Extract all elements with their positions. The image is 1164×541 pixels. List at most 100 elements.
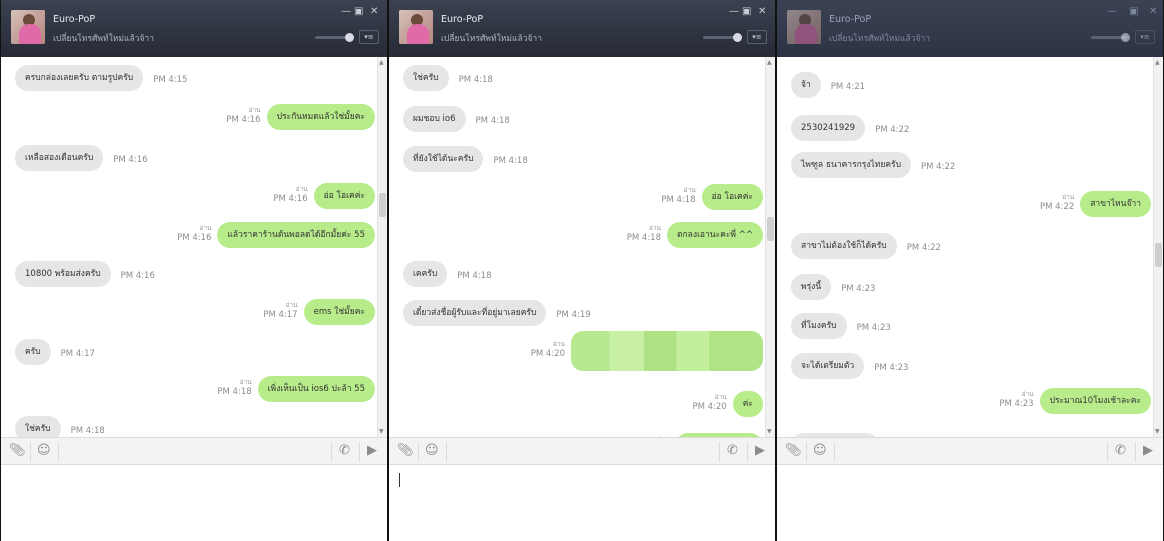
scroll-thumb[interactable] bbox=[767, 217, 774, 241]
incoming-message[interactable]: สาขาไม่ต้องใช้ก็ได้ครับ bbox=[791, 233, 897, 259]
paperclip-icon[interactable]: 📎︎ bbox=[785, 444, 802, 458]
menu-button[interactable]: ▾≡ bbox=[1135, 30, 1155, 44]
message-bubble[interactable]: ตกลงเอานะคะพี่ ^^ bbox=[667, 222, 763, 248]
message-list[interactable]: จ้า PM 4:21 2530241929 PM 4:22 ไพฑูล ธนาคารก… bbox=[777, 57, 1163, 437]
emoji-icon[interactable]: ☺ bbox=[37, 444, 51, 458]
message-bubble[interactable]: สาขาไหนจ๊าา bbox=[1080, 191, 1151, 217]
message-bubble[interactable]: ประกันหมดแล้วใช่มั้ยคะ bbox=[266, 104, 375, 130]
incoming-message[interactable]: ครบกล่องเลยครับ ตามรูปครับ bbox=[15, 65, 144, 91]
scroll-down-icon[interactable]: ▼ bbox=[1155, 428, 1160, 435]
message-bubble[interactable]: ประมาณ10โมงเช้าละคะ bbox=[1039, 388, 1151, 414]
outgoing-message[interactable]: ประมาณ10โมงเช้าละคะ bbox=[1039, 388, 1151, 414]
close-button[interactable]: ✕ bbox=[1149, 6, 1157, 18]
message-bubble[interactable]: 10800 พร้อมส่งครับ bbox=[15, 261, 111, 287]
message-bubble[interactable]: พรุ่งนี้ bbox=[791, 274, 832, 300]
titlebar[interactable]: Euro-PoP เปลี่ยนโทรศัพท์ใหม่แล้วจ้าา — ▣… bbox=[389, 0, 775, 57]
minimize-button[interactable]: — bbox=[729, 6, 739, 18]
message-bubble[interactable]: เดี๋ยวส่งชื่อผู้รับและที่อยู่มาเลยครับ bbox=[403, 300, 547, 326]
message-bubble[interactable]: ใช่ครับ bbox=[403, 65, 449, 91]
emoji-icon[interactable]: ☺ bbox=[425, 444, 439, 458]
message-bubble[interactable]: เคครับ bbox=[403, 261, 448, 287]
incoming-message[interactable]: 2530241929 bbox=[791, 115, 866, 141]
incoming-message[interactable]: 10800 พร้อมส่งครับ bbox=[15, 261, 111, 287]
volume-knob[interactable] bbox=[1121, 33, 1130, 42]
minimize-button[interactable]: — bbox=[1107, 6, 1117, 18]
message-bubble[interactable]: สาขาไม่ต้องใช้ก็ได้ครับ bbox=[791, 233, 897, 259]
message-bubble[interactable]: ที่โมงครับ bbox=[791, 313, 847, 339]
message-bubble[interactable]: ไพฑูล ธนาคารกรุงไทยครับ bbox=[791, 152, 912, 178]
scrollbar[interactable]: ▲ ▼ bbox=[1153, 57, 1163, 437]
message-bubble[interactable]: ems ใช่มั้ยคะ bbox=[303, 299, 375, 325]
incoming-message[interactable]: ครับ bbox=[15, 339, 51, 365]
outgoing-message[interactable]: ค่ะ bbox=[732, 391, 763, 417]
scroll-up-icon[interactable]: ▲ bbox=[379, 59, 384, 66]
incoming-message[interactable]: เดี๋ยวส่งชื่อผู้รับและที่อยู่มาเลยครับ bbox=[403, 300, 547, 326]
minimize-button[interactable]: — bbox=[341, 6, 351, 18]
message-bubble[interactable]: ที่ยังใช้ได้นะครับ bbox=[403, 146, 484, 172]
paperclip-icon[interactable]: 📎︎ bbox=[397, 444, 414, 458]
scroll-down-icon[interactable]: ▼ bbox=[379, 428, 384, 435]
outgoing-message[interactable]: แล้วราคาร้านต้นพอลดได้อีกมั้ยค่ะ 55 bbox=[217, 222, 375, 248]
outgoing-message[interactable] bbox=[571, 331, 763, 371]
message-input[interactable] bbox=[1, 465, 387, 541]
scroll-thumb[interactable] bbox=[1155, 243, 1162, 267]
maximize-button[interactable]: ▣ bbox=[742, 6, 751, 18]
message-bubble[interactable]: ค่ะ bbox=[732, 391, 763, 417]
scroll-up-icon[interactable]: ▲ bbox=[1155, 59, 1160, 66]
titlebar[interactable]: Euro-PoP เปลี่ยนโทรศัพท์ใหม่แล้วจ้าา — ▣… bbox=[777, 0, 1163, 57]
outgoing-message[interactable]: ประกันหมดแล้วใช่มั้ยคะ bbox=[266, 104, 375, 130]
message-bubble[interactable]: ครบกล่องเลยครับ ตามรูปครับ bbox=[15, 65, 144, 91]
message-bubble[interactable]: ผมชอบ io6 bbox=[403, 106, 466, 132]
message-list[interactable]: ครบกล่องเลยครับ ตามรูปครับ PM 4:15 ประกันห… bbox=[1, 57, 387, 437]
close-button[interactable]: ✕ bbox=[370, 6, 378, 18]
incoming-message[interactable]: ที่โมงครับ bbox=[791, 313, 847, 339]
message-input[interactable] bbox=[777, 465, 1163, 541]
scroll-thumb[interactable] bbox=[379, 193, 386, 217]
incoming-message[interactable]: ใช่ครับ bbox=[403, 65, 449, 91]
outgoing-message[interactable]: อ่อ โอเคค่ะ bbox=[313, 183, 375, 209]
outgoing-message[interactable]: ตกลงเอานะคะพี่ ^^ bbox=[667, 222, 763, 248]
maximize-button[interactable]: ▣ bbox=[1129, 6, 1138, 18]
video-icon[interactable]: ▶ bbox=[755, 444, 765, 458]
scrollbar[interactable]: ▲ ▼ bbox=[377, 57, 387, 437]
message-bubble[interactable]: เหลือสองเดือนครับ bbox=[15, 145, 104, 171]
video-icon[interactable]: ▶ bbox=[367, 444, 377, 458]
scroll-up-icon[interactable]: ▲ bbox=[767, 59, 772, 66]
incoming-message[interactable]: ผมชอบ io6 bbox=[403, 106, 466, 132]
incoming-message[interactable]: เหลือสองเดือนครับ bbox=[15, 145, 104, 171]
scrollbar[interactable]: ▲ ▼ bbox=[765, 57, 775, 437]
message-bubble[interactable]: ครับ bbox=[15, 339, 51, 365]
message-bubble[interactable]: เพิ่งเห็นเป็น ios6 ปะล้า 55 bbox=[257, 376, 375, 402]
emoji-icon[interactable]: ☺ bbox=[813, 444, 827, 458]
video-icon[interactable]: ▶ bbox=[1143, 444, 1153, 458]
titlebar[interactable]: Euro-PoP เปลี่ยนโทรศัพท์ใหม่แล้วจ้าา — ▣… bbox=[1, 0, 387, 57]
message-bubble[interactable]: จ้า bbox=[791, 72, 821, 98]
avatar[interactable] bbox=[787, 10, 821, 44]
incoming-message[interactable]: ที่ยังใช้ได้นะครับ bbox=[403, 146, 484, 172]
message-bubble[interactable]: แล้วราคาร้านต้นพอลดได้อีกมั้ยค่ะ 55 bbox=[217, 222, 375, 248]
message-bubble[interactable]: จะได้เตรียมตัว bbox=[791, 353, 865, 379]
message-bubble[interactable]: อ่อ โอเคค่ะ bbox=[313, 183, 375, 209]
outgoing-message[interactable]: สาขาไหนจ๊าา bbox=[1080, 191, 1151, 217]
blurred-message[interactable] bbox=[571, 331, 763, 371]
outgoing-message[interactable]: ems ใช่มั้ยคะ bbox=[303, 299, 375, 325]
message-bubble[interactable]: ใช่ครับ bbox=[15, 416, 61, 437]
phone-icon[interactable]: ✆ bbox=[339, 444, 350, 458]
message-list[interactable]: ใช่ครับ PM 4:18 ผมชอบ io6 PM 4:18 ที่ยังใช้ไ… bbox=[389, 57, 775, 437]
scroll-down-icon[interactable]: ▼ bbox=[767, 428, 772, 435]
volume-knob[interactable] bbox=[733, 33, 742, 42]
incoming-message[interactable]: จ้า bbox=[791, 72, 821, 98]
incoming-message[interactable]: ไพฑูล ธนาคารกรุงไทยครับ bbox=[791, 152, 912, 178]
phone-icon[interactable]: ✆ bbox=[1115, 444, 1126, 458]
avatar[interactable] bbox=[399, 10, 433, 44]
incoming-message[interactable]: ใช่ครับ bbox=[15, 416, 61, 437]
message-input[interactable] bbox=[389, 465, 775, 541]
avatar[interactable] bbox=[11, 10, 45, 44]
outgoing-message[interactable]: อ่อ โอเคค่ะ bbox=[701, 184, 763, 210]
outgoing-message[interactable]: เพิ่งเห็นเป็น ios6 ปะล้า 55 bbox=[257, 376, 375, 402]
maximize-button[interactable]: ▣ bbox=[354, 6, 363, 18]
incoming-message[interactable]: เคครับ bbox=[403, 261, 448, 287]
message-bubble[interactable]: 2530241929 bbox=[791, 115, 866, 141]
paperclip-icon[interactable]: 📎︎ bbox=[9, 444, 26, 458]
phone-icon[interactable]: ✆ bbox=[727, 444, 738, 458]
